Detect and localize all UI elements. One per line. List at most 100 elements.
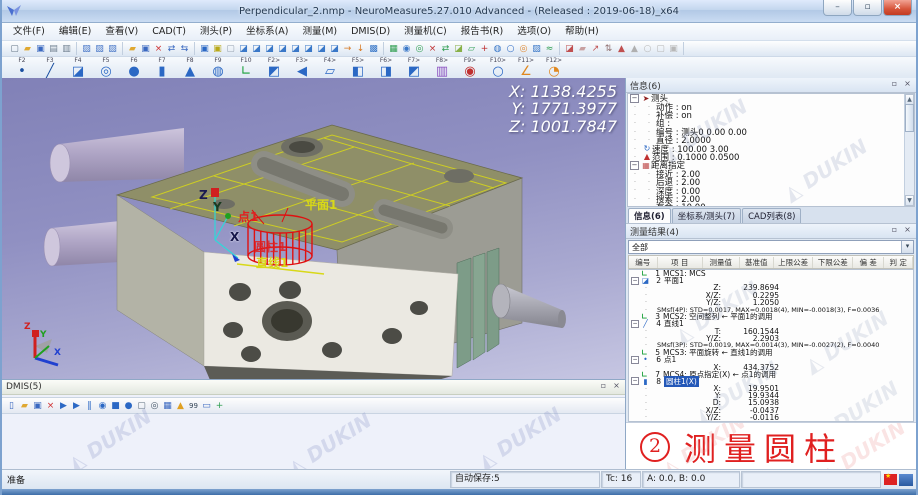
view-iso-icon[interactable]: ◪	[237, 43, 250, 55]
window-blue-icon[interactable]: ▣	[198, 43, 211, 55]
dmis-save-icon[interactable]: ▣	[31, 400, 44, 412]
dmis-view-code-icon[interactable]: ▢	[135, 400, 148, 412]
toolbar-construct-circle[interactable]: F9>◉	[456, 57, 484, 80]
tree-expander[interactable]: −	[630, 161, 639, 170]
toolbar-measure-line[interactable]: F3╱	[36, 57, 64, 80]
toolbar-construct-slot[interactable]: F4>▱	[316, 57, 344, 80]
toolbar-coordinate-system[interactable]: F10∟	[232, 57, 260, 80]
open-file-icon[interactable]: ▰	[21, 43, 34, 55]
menu-item-10[interactable]: 报告书(R)	[454, 24, 511, 40]
view-rotate-icon[interactable]: ◪	[328, 43, 341, 55]
menu-item-9[interactable]: 测量机(C)	[397, 24, 454, 40]
dmis-settings-icon[interactable]: +	[213, 400, 226, 412]
info-close-button[interactable]: ×	[902, 79, 913, 90]
restore-button[interactable]: ▫	[853, 0, 882, 16]
menu-item-11[interactable]: 选项(O)	[510, 24, 558, 40]
probe-up-icon[interactable]: ↗	[589, 43, 602, 55]
toolbar-measure-cylinder[interactable]: F7▮	[148, 57, 176, 80]
menu-item-12[interactable]: 帮助(H)	[558, 24, 606, 40]
results-close-button[interactable]: ×	[902, 225, 913, 236]
probe-cal-icon[interactable]: ◪	[563, 43, 576, 55]
row-expander[interactable]: −	[631, 356, 639, 364]
view-front-icon[interactable]: ◪	[263, 43, 276, 55]
probe-rotate-icon[interactable]: ⇅	[602, 43, 615, 55]
dmis-dock-button[interactable]: ▫	[598, 381, 609, 392]
copy-feature-icon[interactable]: ▨	[80, 43, 93, 55]
toolbar-measure-cone[interactable]: F8▲	[176, 57, 204, 80]
toolbar-construct-offset-plane[interactable]: F6>◨	[372, 57, 400, 80]
paste-icon[interactable]: ▨	[106, 43, 119, 55]
menu-item-7[interactable]: 测量(M)	[295, 24, 344, 40]
cad-add-icon[interactable]: +	[478, 43, 491, 55]
cad-surface-icon[interactable]: ▱	[465, 43, 478, 55]
view-left-icon[interactable]: ◪	[276, 43, 289, 55]
print-icon[interactable]: ▤	[47, 43, 60, 55]
menu-item-8[interactable]: DMIS(D)	[344, 24, 397, 40]
open-project-icon[interactable]: ▰	[126, 43, 139, 55]
cad-plane-icon[interactable]: ◪	[452, 43, 465, 55]
tool-disabled-2-icon[interactable]: ▢	[654, 43, 667, 55]
probe-a-icon[interactable]: ▲	[615, 43, 628, 55]
cad-arc-icon[interactable]: ◎	[517, 43, 530, 55]
toolbar-measure-point[interactable]: F2•	[8, 57, 36, 80]
results-panel-header[interactable]: 测量结果(4) ▫ ×	[626, 224, 916, 239]
minimize-button[interactable]: –	[823, 0, 852, 16]
info-dock-button[interactable]: ▫	[889, 79, 900, 90]
dmis-counter-icon[interactable]: 99	[187, 400, 200, 412]
export-icon[interactable]: ⇆	[178, 43, 191, 55]
info-tree-scrollbar[interactable]: ▲ ▼	[904, 94, 914, 206]
row-expander[interactable]: −	[631, 320, 639, 328]
toolbar-measure-angle[interactable]: F11>∠	[512, 57, 540, 80]
tab-2[interactable]: 坐标系/测头(7)	[672, 208, 741, 223]
toolbar-measure-circle[interactable]: F5◎	[92, 57, 120, 80]
tree-expander[interactable]: −	[630, 94, 639, 103]
tree-row[interactable]: ··补偿 : on	[628, 111, 914, 119]
new-file-icon[interactable]: ▢	[8, 43, 21, 55]
view-top-icon[interactable]: ◪	[250, 43, 263, 55]
dmis-record-icon[interactable]: ●	[122, 400, 135, 412]
import-icon[interactable]: ⇄	[165, 43, 178, 55]
results-column-8[interactable]: 判 定	[884, 257, 913, 268]
toolbar-measure-plane[interactable]: F4◪	[64, 57, 92, 80]
toolbar-construct-plane[interactable]: F2>◩	[260, 57, 288, 80]
toolbar-construct-intersect[interactable]: F8>▥	[428, 57, 456, 80]
window-gray-icon[interactable]: ▢	[224, 43, 237, 55]
results-filter-dropdown[interactable]: 全部 ▾	[628, 240, 914, 254]
results-column-7[interactable]: 偏 差	[853, 257, 884, 268]
probe-b-icon[interactable]: ▲	[628, 43, 641, 55]
menu-item-6[interactable]: 坐标系(A)	[239, 24, 295, 40]
results-dock-button[interactable]: ▫	[889, 225, 900, 236]
save-project-icon[interactable]: ▣	[139, 43, 152, 55]
results-column-4[interactable]: 基准值	[740, 257, 774, 268]
tab-1[interactable]: 信息(6)	[628, 208, 671, 223]
toolbar-measure-arc-angle[interactable]: F12>◔	[540, 57, 568, 80]
tree-row[interactable]: ··有余 : 10.00	[628, 203, 914, 207]
dmis-pause-icon[interactable]: ‖	[83, 400, 96, 412]
dmis-monitor-icon[interactable]: ▭	[200, 400, 213, 412]
title-bar[interactable]: Perpendicular_2.nmp - NeuroMeasure5.27.0…	[2, 0, 916, 23]
toolbar-measure-sphere[interactable]: F6●	[120, 57, 148, 80]
dmis-open-icon[interactable]: ▰	[18, 400, 31, 412]
dmis-stop-icon[interactable]: ■	[109, 400, 122, 412]
cad-target-icon[interactable]: ◎	[413, 43, 426, 55]
results-column-1[interactable]: 编号	[629, 257, 658, 268]
info-panel-header[interactable]: 信息(6) ▫ ×	[626, 78, 916, 93]
dmis-close-button[interactable]: ×	[611, 381, 622, 392]
results-column-3[interactable]: 测量值	[703, 257, 740, 268]
dropdown-arrow-icon[interactable]: ▾	[901, 241, 913, 253]
ime-icon[interactable]	[899, 474, 913, 486]
cad-point-icon[interactable]: ◉	[400, 43, 413, 55]
cad-mesh-icon[interactable]: ▨	[530, 43, 543, 55]
tool-disabled-1-icon[interactable]: ○	[641, 43, 654, 55]
print-preview-icon[interactable]: ▥	[60, 43, 73, 55]
results-column-5[interactable]: 上限公差	[774, 257, 814, 268]
dmis-panel-header[interactable]: DMIS(5) ▫ ×	[2, 380, 625, 395]
tool-disabled-3-icon[interactable]: ▣	[667, 43, 680, 55]
save-file-icon[interactable]: ▣	[34, 43, 47, 55]
view-bottom-icon[interactable]: ◪	[315, 43, 328, 55]
results-column-6[interactable]: 下限公差	[813, 257, 853, 268]
menu-item-5[interactable]: 测头(P)	[193, 24, 239, 40]
results-column-2[interactable]: 项 目	[658, 257, 703, 268]
row-expander[interactable]: −	[631, 377, 639, 385]
rotate-cw-icon[interactable]: →	[341, 43, 354, 55]
